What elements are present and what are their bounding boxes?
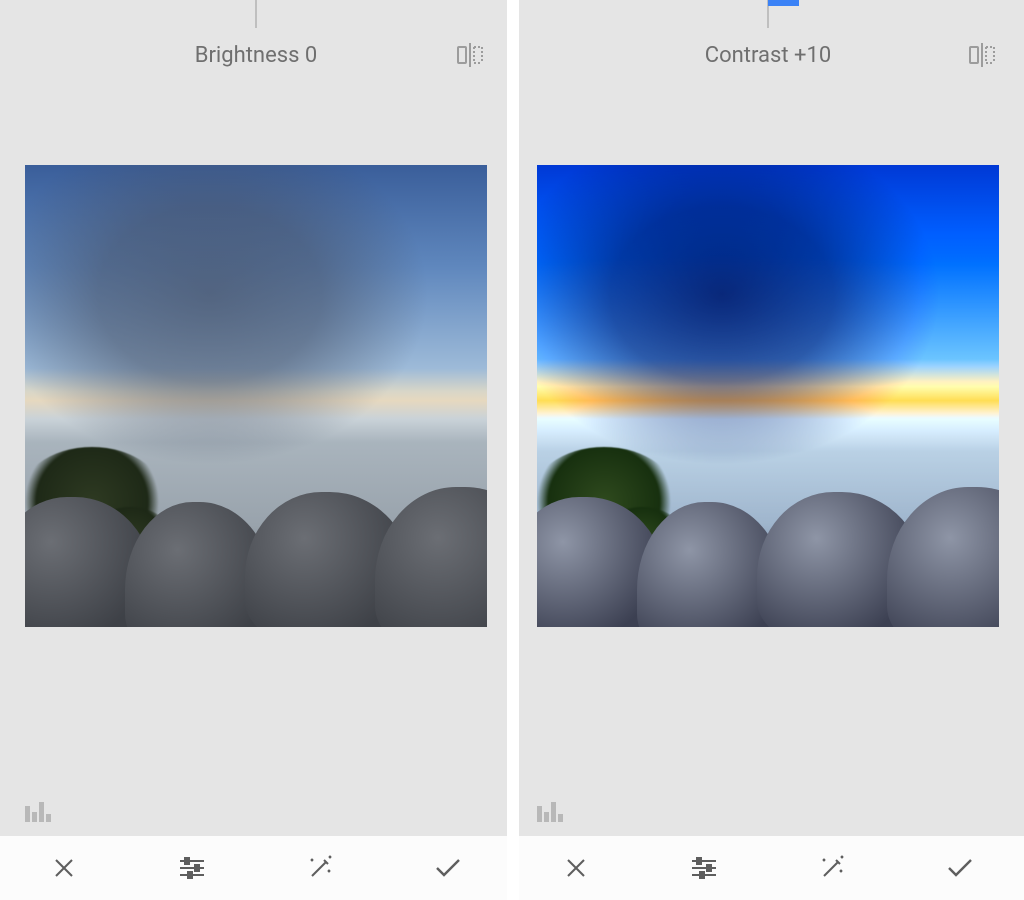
histogram-icon[interactable] [537,800,563,822]
adjustment-label: Brightness 0 [195,43,318,68]
bottom-toolbar [0,836,512,900]
compare-icon[interactable] [456,43,484,67]
close-icon[interactable] [44,848,84,888]
auto-fix-icon[interactable] [300,848,340,888]
slider-center-tick [255,0,257,28]
adjustment-header: Contrast +10 [512,30,1024,80]
close-icon[interactable] [556,848,596,888]
slider-fill [768,0,799,6]
compare-icon[interactable] [968,43,996,67]
bottom-toolbar [512,836,1024,900]
photo-preview[interactable] [25,165,487,627]
editor-pane-right: Contrast +10 [512,0,1024,900]
pane-divider [507,0,519,900]
check-icon[interactable] [940,848,980,888]
check-icon[interactable] [428,848,468,888]
auto-fix-icon[interactable] [812,848,852,888]
editor-pane-left: Brightness 0 [0,0,512,900]
histogram-icon[interactable] [25,800,51,822]
adjustment-label: Contrast +10 [705,43,831,68]
slider-track[interactable] [512,0,1024,6]
tune-icon[interactable] [684,848,724,888]
adjustment-header: Brightness 0 [0,30,512,80]
photo-preview[interactable] [537,165,999,627]
slider-track[interactable] [0,0,512,6]
tune-icon[interactable] [172,848,212,888]
